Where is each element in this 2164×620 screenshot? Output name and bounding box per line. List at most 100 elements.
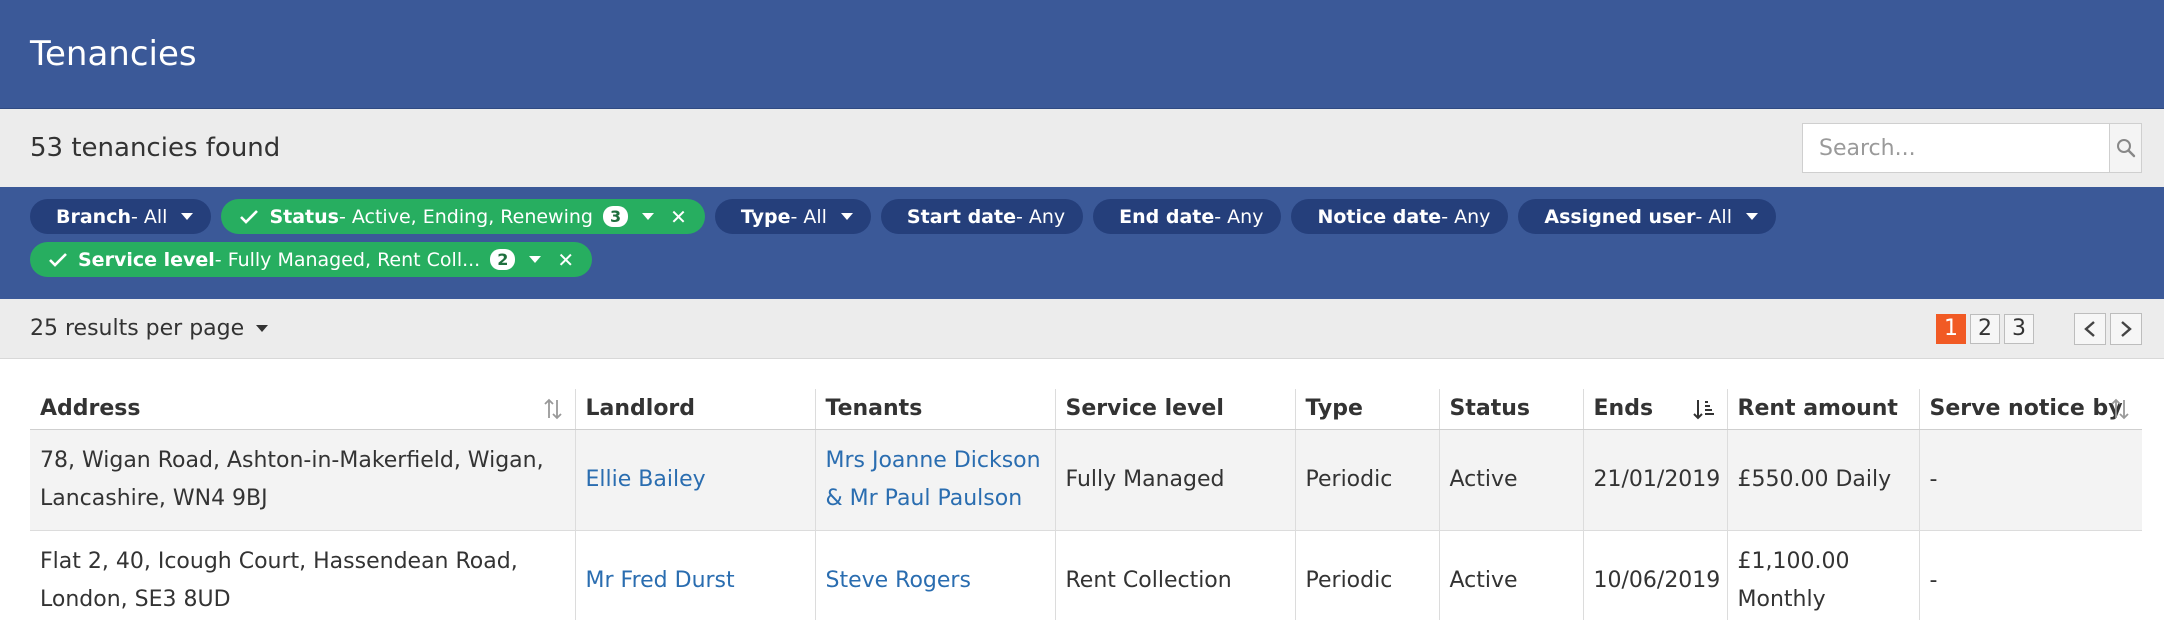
filter-end-date[interactable]: End date - Any [1093,199,1282,234]
filter-assigned-user[interactable]: Assigned user - All [1518,199,1776,234]
filter-label: Status [269,205,339,228]
filter-bar: Branch - All Status - Active, Ending, Re… [0,187,2164,299]
check-icon [48,252,68,268]
search-input[interactable] [1803,124,2109,172]
cell-tenants: Mrs Joanne Dickson & Mr Paul Paulson [814,429,1055,531]
search-box [1802,123,2142,173]
caret-down-icon [1745,213,1758,220]
cell-service-level: Rent Collection [1054,530,1295,620]
cell-landlord: Ellie Bailey [574,429,815,531]
column-header-type[interactable]: Type [1294,389,1439,430]
results-count: 53 tenancies found [30,133,281,163]
chevron-right-icon [2121,320,2132,337]
landlord-link[interactable]: Ellie Bailey [586,467,706,492]
column-header-label: Serve notice by [1929,396,2123,422]
cell-landlord: Mr Fred Durst [574,530,815,620]
sort-desc-icon [1692,400,1714,420]
filter-row: Service level - Fully Managed, Rent Coll… [30,242,2134,277]
tenancies-table: Address Landlord Tenants Service level T… [30,389,2142,620]
filter-value: - Fully Managed, Rent Coll... [214,248,481,271]
close-icon[interactable]: ✕ [670,205,687,229]
filter-label: Assigned user [1544,205,1696,228]
cell-service-level: Fully Managed [1054,429,1295,531]
filter-value: - Any [1214,205,1264,228]
page-button-2[interactable]: 2 [1970,313,2000,344]
landlord-link[interactable]: Mr Fred Durst [586,568,735,593]
filter-value: - All [131,205,168,228]
cell-address: 78, Wigan Road, Ashton-in-Makerfield, Wi… [30,429,575,531]
table-row[interactable]: 78, Wigan Road, Ashton-in-Makerfield, Wi… [30,429,2142,531]
filter-value: - All [1695,205,1732,228]
per-page-dropdown[interactable]: 25 results per page [30,316,269,341]
filter-branch[interactable]: Branch - All [30,199,212,234]
page-button-3[interactable]: 3 [2004,313,2034,344]
sort-icon [2111,398,2129,420]
cell-ends: 21/01/2019 [1582,429,1727,531]
cell-type: Periodic [1294,530,1439,620]
column-header-label: Address [40,396,141,422]
page-header: Tenancies [0,0,2164,108]
cell-tenants: Steve Rogers [814,530,1055,620]
caret-down-icon [840,213,853,220]
close-icon[interactable]: ✕ [557,248,574,272]
next-page-button[interactable] [2110,312,2142,345]
sort-icon [543,398,562,420]
caret-down-icon [642,213,655,220]
caret-down-icon [529,256,542,263]
cell-type: Periodic [1294,429,1439,531]
page-nav [2070,312,2142,345]
column-header-service-level[interactable]: Service level [1054,389,1295,430]
filter-status[interactable]: Status - Active, Ending, Renewing 3 ✕ [221,199,705,234]
cell-status: Active [1438,429,1583,531]
check-icon [239,209,259,225]
filter-label: End date [1119,205,1215,228]
filter-row: Branch - All Status - Active, Ending, Re… [30,199,2134,234]
table-row[interactable]: Flat 2, 40, Icough Court, Hassendean Roa… [30,530,2142,620]
cell-rent-amount: £1,100.00 Monthly [1726,530,1919,620]
tenants-link[interactable]: Steve Rogers [826,568,971,593]
filter-count-badge: 3 [602,206,629,227]
filter-notice-date[interactable]: Notice date - Any [1291,199,1509,234]
filter-value: - Any [1015,205,1066,228]
caret-down-icon [181,213,194,220]
paging-bar: 25 results per page 1 2 3 [0,299,2164,359]
filter-value: - Active, Ending, Renewing [338,205,593,228]
column-header-address[interactable]: Address [30,389,575,430]
filter-label: Branch [56,205,131,228]
tenants-link[interactable]: Mrs Joanne Dickson & Mr Paul Paulson [826,448,1041,511]
filter-label: Service level [78,248,215,271]
cell-rent-amount: £550.00 Daily [1726,429,1919,531]
cell-serve-notice-by: - [1918,429,2142,531]
filter-label: Start date [906,205,1016,228]
cell-address: Flat 2, 40, Icough Court, Hassendean Roa… [30,530,575,620]
cell-ends: 10/06/2019 [1582,530,1727,620]
search-button[interactable] [2109,124,2141,172]
filter-count-badge: 2 [490,249,516,270]
column-header-rent-amount[interactable]: Rent amount [1726,389,1919,430]
prev-page-button[interactable] [2074,312,2106,345]
tenancies-table-container: Address Landlord Tenants Service level T… [0,359,2164,620]
page-button-1[interactable]: 1 [1936,313,1966,344]
column-header-landlord[interactable]: Landlord [574,389,815,430]
column-header-status[interactable]: Status [1438,389,1583,430]
filter-value: - Any [1441,205,1491,228]
filter-label: Type [740,205,791,228]
filter-service-level[interactable]: Service level - Fully Managed, Rent Coll… [30,242,593,277]
chevron-left-icon [2084,320,2095,337]
per-page-label: 25 results per page [30,316,245,341]
search-icon [2116,139,2135,158]
column-header-serve-notice-by[interactable]: Serve notice by [1918,389,2142,430]
column-header-tenants[interactable]: Tenants [814,389,1055,430]
cell-serve-notice-by: - [1918,530,2142,620]
pagination: 1 2 3 [1932,312,2142,345]
column-header-ends[interactable]: Ends [1582,389,1727,430]
table-header-row: Address Landlord Tenants Service level T… [30,389,2142,430]
filter-type[interactable]: Type - All [714,199,871,234]
filter-start-date[interactable]: Start date - Any [880,199,1084,234]
results-summary-bar: 53 tenancies found [0,108,2164,187]
page-title: Tenancies [30,34,197,74]
cell-status: Active [1438,530,1583,620]
filter-label: Notice date [1317,205,1442,228]
column-header-label: Ends [1593,396,1654,422]
caret-down-icon [256,325,269,332]
